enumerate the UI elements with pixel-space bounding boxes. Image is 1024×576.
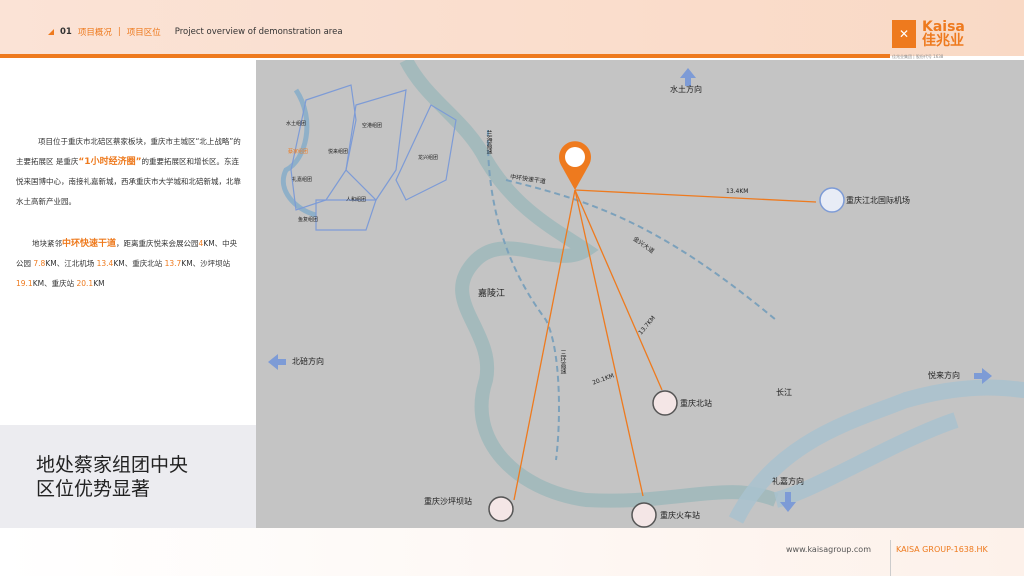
subsection-title: 项目区位 — [126, 28, 161, 38]
location-map[interactable]: 水土组团 蔡家组团 悦来组团 空港组团 礼嘉组团 龙兴组团 人和组团 鱼复组团 … — [256, 60, 1024, 528]
text: KM、江北机场 — [45, 259, 97, 268]
header-bar — [0, 54, 890, 58]
distance-paragraph: 地块紧邻中环快速干道，距离重庆悦来会展公园4KM、中央公园 7.8KM、江北机场… — [16, 234, 244, 294]
road-label: 三环高速 — [559, 350, 566, 374]
dist: 20.1 — [76, 279, 94, 288]
header: 01 项目概况 | 项目区位 Project overview of demon… — [0, 0, 1024, 59]
inset-label: 龙兴组团 — [418, 155, 439, 161]
river-label: 长江 — [776, 388, 792, 397]
dist: 13.4 — [96, 259, 114, 268]
left-panel: 项目位于重庆市北碚区蔡家板块，重庆市主城区“北上战略”的主要拓展区 是重庆“1小… — [0, 60, 256, 425]
direction-east: 悦来方向 — [928, 371, 960, 380]
cq-station-label: 重庆火车站 — [660, 511, 700, 520]
direction-north: 水土方向 — [670, 85, 702, 94]
text: KM、沙坪坝站 — [181, 259, 231, 268]
footer: www.kaisagroup.com KAISA GROUP-1638.HK — [0, 528, 1024, 576]
logo-mark-icon: ✕ — [892, 20, 916, 48]
stock-code: KAISA GROUP-1638.HK — [896, 545, 988, 554]
triangle-icon — [48, 29, 54, 35]
breadcrumb: 01 项目概况 | 项目区位 Project overview of demon… — [48, 26, 343, 38]
separator: | — [117, 27, 121, 37]
highlight: “1小时经济圈” — [78, 157, 142, 167]
inset-label: 蔡家组团 — [288, 149, 309, 155]
section-title: 项目概况 — [77, 28, 112, 38]
inset-label: 水土组团 — [286, 121, 307, 127]
slogan-line: 地处蔡家组团中央 — [36, 454, 189, 476]
distance-label: 13.4KM — [726, 188, 749, 195]
text: KM、重庆北站 — [113, 259, 165, 268]
section-number: 01 — [60, 27, 72, 37]
text: KM、重庆站 — [32, 279, 77, 288]
website-link[interactable]: www.kaisagroup.com — [786, 545, 871, 554]
direction-south: 礼嘉方向 — [772, 477, 804, 486]
text: 地块紧邻 — [32, 239, 62, 248]
intro-paragraph: 项目位于重庆市北碚区蔡家板块，重庆市主城区“北上战略”的主要拓展区 是重庆“1小… — [16, 132, 244, 212]
river-label: 嘉陵江 — [478, 289, 506, 299]
text: ，距离重庆悦来会展公园 — [116, 239, 199, 248]
airport-label: 重庆江北国际机场 — [846, 196, 910, 205]
inset-label: 人和组团 — [346, 197, 367, 203]
inset-label: 悦来组团 — [328, 149, 349, 155]
direction-west: 北碚方向 — [292, 357, 324, 366]
dist: 19.1 — [16, 279, 33, 288]
logo-cn: 佳兆业 — [922, 33, 964, 49]
north-station-label: 重庆北站 — [680, 399, 712, 408]
map-graphics — [256, 60, 1024, 528]
shapingba-station-label: 重庆沙坪坝站 — [424, 497, 472, 506]
kaisa-logo: ✕ Kaisa 佳兆业 佳兆业集团 | 股份代号 1638 — [892, 19, 965, 59]
inset-label: 鱼复组团 — [298, 217, 319, 223]
airport-icon — [819, 187, 845, 213]
slogan-line: 区位优势显著 — [36, 478, 151, 500]
inset-label: 空港组团 — [362, 123, 383, 129]
text: KM — [93, 279, 105, 288]
dist: 7.8 — [33, 259, 46, 268]
footer-divider — [890, 540, 891, 576]
logo-en: Kaisa — [922, 19, 965, 35]
slogan: 地处蔡家组团中央 区位优势显著 — [0, 425, 256, 528]
inset-label: 礼嘉组团 — [292, 177, 313, 183]
road-label: 兰海高速 — [485, 130, 492, 154]
dist: 13.7 — [164, 259, 182, 268]
subtitle-en: Project overview of demonstration area — [174, 27, 343, 37]
highlight: 中环快速干道 — [62, 239, 117, 249]
